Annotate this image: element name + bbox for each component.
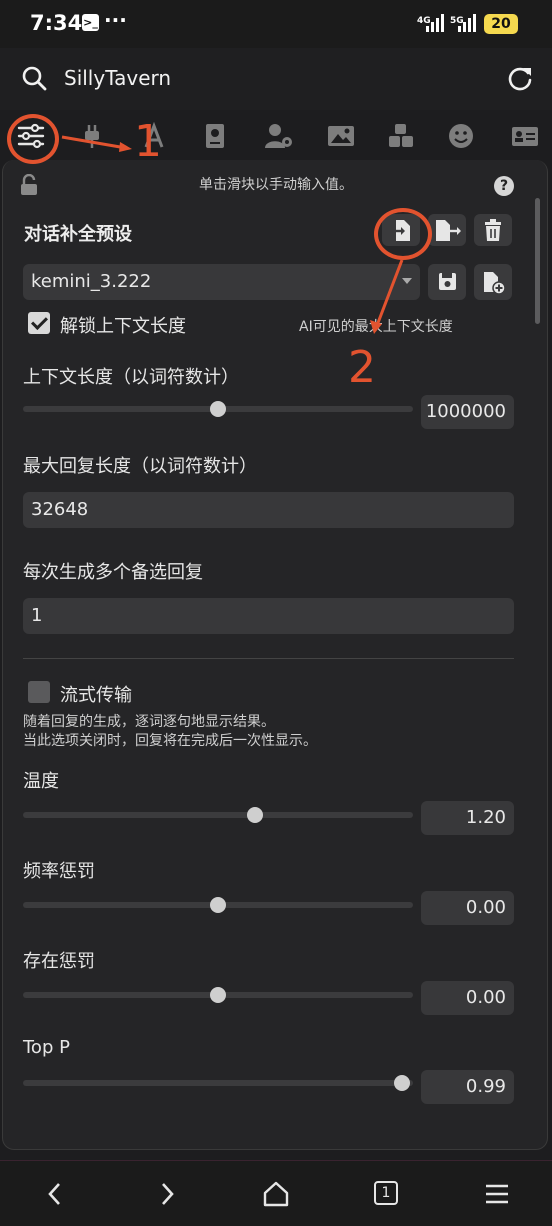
- status-bar: 7:34 >_ ··· 4G 5G 20: [0, 0, 552, 48]
- annotation-arrow-1: [61, 135, 132, 152]
- app-title: SillyTavern: [64, 66, 172, 90]
- swipes-input[interactable]: 1: [23, 598, 514, 634]
- back-icon[interactable]: [40, 1179, 70, 1209]
- save-preset-button[interactable]: [428, 264, 466, 300]
- temperature-slider[interactable]: [23, 807, 413, 823]
- home-icon[interactable]: [261, 1179, 291, 1209]
- context-length-slider[interactable]: [23, 401, 413, 417]
- clock: 7:34: [30, 11, 83, 35]
- reload-icon[interactable]: [506, 64, 534, 92]
- temperature-label: 温度: [23, 771, 59, 792]
- slider-thumb[interactable]: [210, 897, 226, 913]
- annotation-arrow-2: [370, 259, 404, 334]
- slider-thumb[interactable]: [247, 807, 263, 823]
- delete-preset-button[interactable]: [474, 214, 512, 246]
- context-length-input[interactable]: 1000000: [421, 395, 514, 429]
- presence-penalty-input[interactable]: 0.00: [421, 981, 514, 1015]
- trash-icon: [485, 219, 501, 241]
- search-icon[interactable]: [20, 64, 48, 92]
- presence-penalty-slider[interactable]: [23, 987, 413, 1003]
- streaming-desc-1: 随着回复的生成，逐词逐句地显示结果。: [23, 714, 275, 730]
- smile-icon[interactable]: [446, 122, 476, 150]
- max-reply-input[interactable]: 32648: [23, 492, 514, 528]
- frequency-penalty-label: 频率惩罚: [23, 861, 95, 882]
- id-card-icon[interactable]: [510, 122, 540, 150]
- book-icon[interactable]: [200, 122, 230, 150]
- annotation-circle-1: [7, 114, 59, 164]
- file-add-icon: [484, 272, 506, 295]
- menu-icon[interactable]: [482, 1179, 512, 1209]
- signal-icon-1: [426, 14, 446, 32]
- annotation-number-2: 2: [348, 342, 376, 393]
- tabs-button[interactable]: 1: [374, 1181, 398, 1205]
- slider-thumb[interactable]: [210, 987, 226, 1003]
- slider-hint: 单击滑块以手动输入值。: [199, 177, 353, 193]
- export-preset-button[interactable]: [428, 214, 466, 246]
- image-icon[interactable]: [326, 122, 356, 150]
- preset-select-value: kemini_3.222: [31, 271, 152, 292]
- streaming-desc-2: 当此选项关闭时，回复将在完成后一次性显示。: [23, 733, 317, 749]
- annotation-circle-2: [374, 208, 432, 260]
- streaming-checkbox[interactable]: [28, 681, 50, 703]
- more-notifications: ···: [104, 8, 127, 32]
- frequency-penalty-slider[interactable]: [23, 897, 413, 913]
- save-icon: [439, 273, 456, 290]
- new-preset-button[interactable]: [474, 264, 512, 300]
- signal-icon-2: [458, 14, 478, 32]
- preset-select[interactable]: kemini_3.222: [23, 264, 420, 300]
- forward-icon[interactable]: [152, 1179, 182, 1209]
- top-p-label: Top P: [23, 1037, 70, 1058]
- unlock-context-label: 解锁上下文长度: [60, 316, 186, 337]
- slider-thumb[interactable]: [210, 401, 226, 417]
- panel-scrollbar[interactable]: [535, 198, 540, 324]
- unlock-context-checkbox[interactable]: [28, 312, 50, 334]
- browser-nav-bar: 1: [0, 1160, 552, 1226]
- battery-indicator: 20: [484, 14, 518, 34]
- cubes-icon[interactable]: [386, 122, 416, 150]
- help-icon[interactable]: ?: [494, 176, 514, 196]
- max-reply-label: 最大回复长度（以词符数计）: [23, 456, 257, 477]
- app-header: SillyTavern: [0, 48, 552, 110]
- top-p-input[interactable]: 0.99: [421, 1070, 514, 1104]
- top-p-slider[interactable]: [23, 1075, 413, 1091]
- presence-penalty-label: 存在惩罚: [23, 951, 95, 972]
- file-export-icon: [436, 220, 461, 241]
- slider-thumb[interactable]: [394, 1075, 410, 1091]
- user-gear-icon[interactable]: [264, 122, 294, 150]
- divider: [23, 658, 514, 659]
- streaming-label: 流式传输: [60, 685, 132, 706]
- preset-section-title: 对话补全预设: [24, 224, 132, 245]
- context-length-label: 上下文长度（以词符数计）: [23, 367, 239, 388]
- terminal-icon: >_: [82, 14, 99, 31]
- frequency-penalty-input[interactable]: 0.00: [421, 891, 514, 925]
- temperature-input[interactable]: 1.20: [421, 801, 514, 835]
- annotation-number-1: 1: [134, 116, 162, 167]
- swipes-label: 每次生成多个备选回复: [23, 562, 203, 583]
